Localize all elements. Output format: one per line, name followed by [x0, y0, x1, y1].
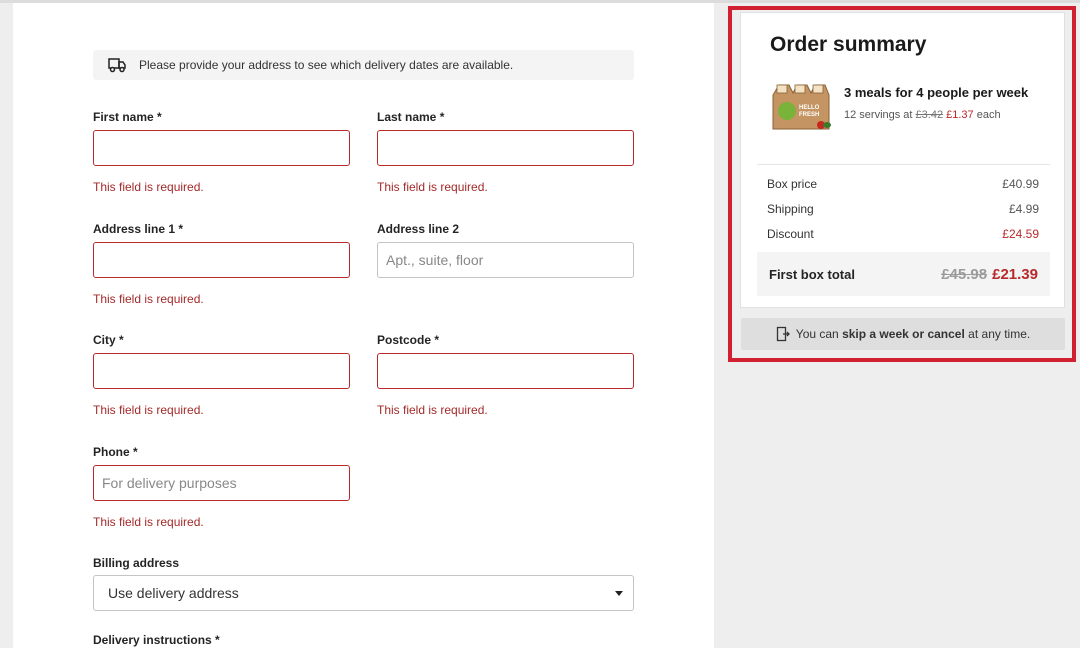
postcode-error: This field is required.: [377, 403, 488, 417]
first-name-field: First name * This field is required.: [93, 110, 350, 194]
first-box-total: First box total £45.98 £21.39: [757, 252, 1050, 296]
fresh-logo-text: FRESH: [799, 112, 819, 118]
total-label: First box total: [769, 266, 855, 282]
phone-label: Phone *: [93, 445, 138, 459]
city-field: City * This field is required.: [93, 333, 350, 417]
address-line-2-label: Address line 2: [377, 222, 460, 236]
new-serving-price: £1.37: [946, 109, 974, 121]
summary-divider: [757, 164, 1050, 165]
first-name-error: This field is required.: [93, 180, 204, 194]
hello-logo-text: HELLO: [799, 105, 820, 111]
billing-address-select[interactable]: Use delivery address: [93, 575, 634, 611]
address-line-1-label: Address line 1 *: [93, 222, 184, 236]
banner-text: Please provide your address to see which…: [139, 58, 514, 72]
address-line-1-error: This field is required.: [93, 292, 204, 306]
phone-error: This field is required.: [93, 515, 204, 529]
total-old-price: £45.98: [941, 265, 988, 283]
total-prices: £45.98 £21.39: [941, 266, 1038, 283]
city-input[interactable]: [93, 353, 350, 389]
delivery-instructions-label: Delivery instructions *: [93, 633, 220, 647]
order-summary-card: Order summary HELLO FRESH 3 meals for 4 …: [740, 12, 1065, 308]
door-exit-icon: [776, 326, 790, 342]
chevron-down-icon: [615, 590, 623, 596]
footer-bold: skip a week or cancel: [842, 327, 965, 341]
skip-cancel-note: You can skip a week or cancel at any tim…: [741, 318, 1065, 350]
last-name-input[interactable]: [377, 130, 634, 166]
servings-line: 12 servings at £3.42 £1.37 each: [844, 109, 1001, 121]
shipping-value: £4.99: [1008, 202, 1039, 216]
postcode-field: Postcode * This field is required.: [377, 333, 634, 417]
box-price-row: Box price £40.99: [767, 177, 1039, 191]
shipping-label: Shipping: [767, 202, 814, 216]
address-line-2-field: Address line 2: [377, 222, 634, 278]
discount-label: Discount: [767, 227, 814, 241]
meal-box-icon: HELLO FRESH: [772, 84, 831, 130]
footer-prefix: You can: [795, 327, 839, 341]
last-name-field: Last name * This field is required.: [377, 110, 634, 194]
first-name-label: First name *: [93, 110, 162, 124]
servings-suffix: each: [976, 109, 1001, 121]
city-label: City *: [93, 333, 124, 347]
last-name-label: Last name *: [377, 110, 445, 124]
total-new-price: £21.39: [992, 265, 1038, 283]
discount-value: £24.59: [1002, 227, 1039, 241]
footer-suffix: at any time.: [968, 327, 1031, 341]
discount-row: Discount £24.59: [767, 227, 1039, 241]
delivery-info-banner: Please provide your address to see which…: [93, 50, 634, 80]
billing-address-label: Billing address: [93, 556, 180, 570]
last-name-error: This field is required.: [377, 180, 488, 194]
phone-field: Phone * This field is required.: [93, 445, 350, 529]
servings-prefix: 12 servings at: [844, 109, 913, 121]
address-line-1-field: Address line 1 * This field is required.: [93, 222, 350, 306]
billing-address-selected: Use delivery address: [108, 585, 239, 601]
box-price-value: £40.99: [1002, 177, 1039, 191]
meal-plan-title: 3 meals for 4 people per week: [844, 85, 1029, 100]
postcode-label: Postcode *: [377, 333, 440, 347]
phone-input[interactable]: [93, 465, 350, 501]
address-line-2-input[interactable]: [377, 242, 634, 278]
first-name-input[interactable]: [93, 130, 350, 166]
city-error: This field is required.: [93, 403, 204, 417]
box-price-label: Box price: [767, 177, 818, 191]
postcode-input[interactable]: [377, 353, 634, 389]
address-form-panel: Please provide your address to see which…: [13, 3, 714, 648]
old-serving-price: £3.42: [915, 109, 944, 121]
address-line-1-input[interactable]: [93, 242, 350, 278]
delivery-truck-icon: [108, 58, 126, 73]
order-summary-title: Order summary: [770, 33, 927, 56]
shipping-row: Shipping £4.99: [767, 202, 1039, 216]
